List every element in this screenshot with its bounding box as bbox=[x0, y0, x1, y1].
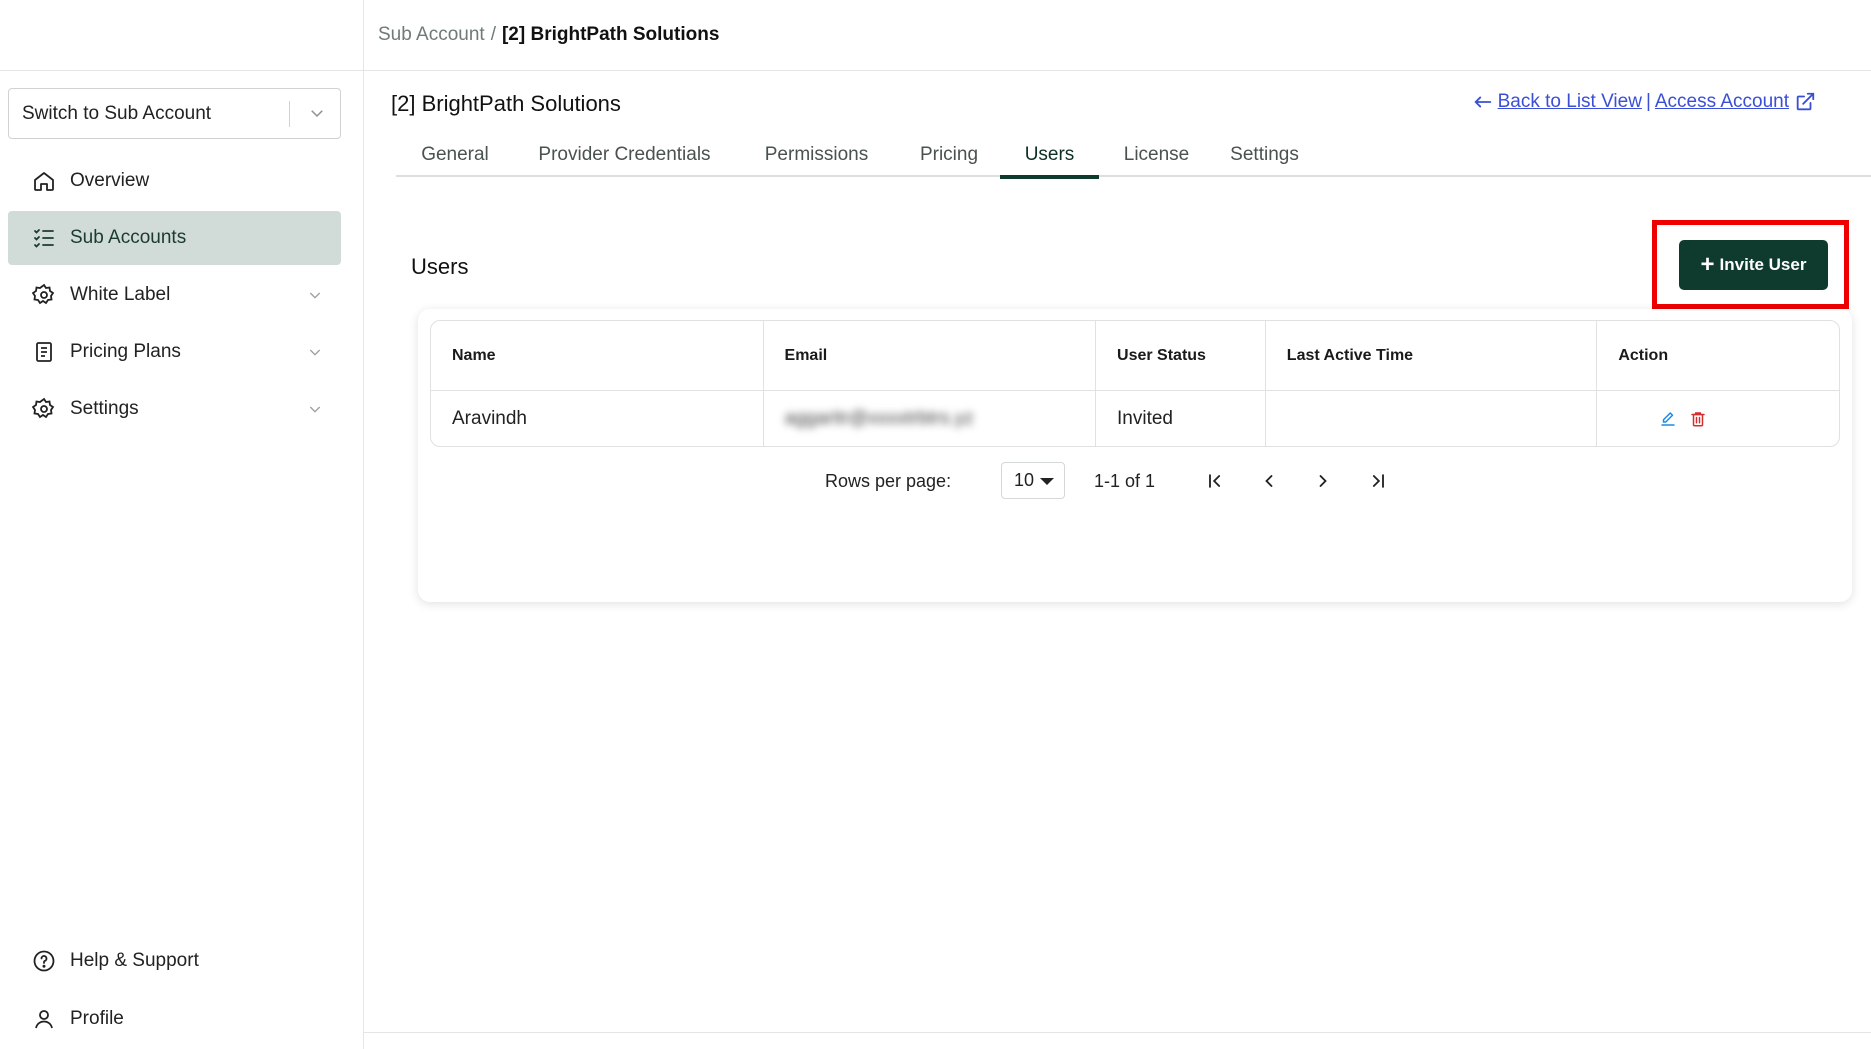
chevron-down-icon[interactable] bbox=[307, 344, 323, 360]
sidebar-item-label: Help & Support bbox=[70, 950, 199, 971]
sidebar-item-label: Profile bbox=[70, 1008, 124, 1029]
sidebar-item-settings[interactable]: Settings bbox=[8, 382, 341, 436]
sidebar-item-label: White Label bbox=[70, 284, 171, 305]
sidebar-item-overview[interactable]: Overview bbox=[8, 154, 341, 208]
link-divider: | bbox=[1645, 91, 1651, 112]
chevron-down-icon[interactable] bbox=[308, 104, 326, 122]
sidebar-item-help-support[interactable]: Help & Support bbox=[8, 933, 341, 989]
column-header-user-status[interactable]: User Status bbox=[1096, 321, 1266, 390]
edit-icon[interactable] bbox=[1659, 410, 1677, 428]
chevron-right-icon bbox=[1319, 475, 1327, 487]
tab-pricing[interactable]: Pricing bbox=[898, 132, 1000, 177]
caret-down-icon bbox=[1040, 478, 1054, 485]
first-page-button[interactable] bbox=[1200, 466, 1230, 496]
column-header-email[interactable]: Email bbox=[764, 321, 1097, 390]
invite-user-label: Invite User bbox=[1719, 255, 1807, 274]
tab-license[interactable]: License bbox=[1099, 132, 1214, 177]
main-content: [2] BrightPath Solutions Back to List Vi… bbox=[364, 72, 1871, 1032]
header-links: Back to List View | Access Account bbox=[1472, 91, 1816, 113]
tab-bar: General Provider Credentials Permissions… bbox=[396, 132, 1871, 179]
sidebar: Switch to Sub Account Overview Sub Accou… bbox=[0, 0, 364, 1049]
tab-general[interactable]: General bbox=[396, 132, 514, 177]
users-table: Name Email User Status Last Active Time … bbox=[430, 320, 1840, 447]
switch-sub-account-label: Switch to Sub Account bbox=[22, 102, 212, 124]
users-card: Name Email User Status Last Active Time … bbox=[418, 309, 1852, 602]
rows-per-page-select[interactable]: 10 bbox=[1001, 462, 1065, 499]
question-circle-icon bbox=[33, 950, 55, 972]
select-separator bbox=[289, 101, 290, 127]
plus-icon: + bbox=[1700, 251, 1715, 278]
sidebar-item-label: Sub Accounts bbox=[70, 227, 187, 248]
sidebar-bottom-nav: Help & Support Profile bbox=[8, 933, 341, 1049]
receipt-icon bbox=[36, 342, 52, 362]
checklist-icon bbox=[34, 229, 54, 248]
sidebar-nav: Overview Sub Accounts White Label Pricin… bbox=[8, 154, 341, 439]
chevron-down-icon[interactable] bbox=[307, 287, 323, 303]
external-link-icon[interactable] bbox=[1794, 91, 1816, 113]
next-page-button[interactable] bbox=[1308, 466, 1338, 496]
sidebar-item-profile[interactable]: Profile bbox=[8, 991, 341, 1047]
sidebar-item-label: Settings bbox=[70, 398, 139, 419]
switch-sub-account-select[interactable]: Switch to Sub Account bbox=[8, 88, 341, 139]
table-header-row: Name Email User Status Last Active Time … bbox=[431, 321, 1839, 391]
footer-divider bbox=[364, 1032, 1871, 1033]
user-last-active bbox=[1266, 391, 1598, 446]
chevron-down-icon[interactable] bbox=[307, 401, 323, 417]
tab-provider-credentials[interactable]: Provider Credentials bbox=[514, 132, 735, 177]
sidebar-item-label: Overview bbox=[70, 170, 150, 191]
pagination-range: 1-1 of 1 bbox=[1094, 471, 1156, 491]
tab-permissions[interactable]: Permissions bbox=[735, 132, 898, 177]
user-email-blurred: aggaritr@xxxxtrbtrs.yz bbox=[784, 407, 974, 429]
previous-page-button[interactable] bbox=[1254, 466, 1284, 496]
rows-per-page-value: 10 bbox=[1014, 470, 1035, 490]
home-icon bbox=[34, 172, 54, 191]
last-page-icon bbox=[1372, 474, 1384, 488]
arrow-left-icon[interactable] bbox=[1472, 91, 1494, 113]
first-page-icon bbox=[1209, 474, 1221, 488]
person-icon bbox=[35, 1010, 53, 1029]
access-account-link[interactable]: Access Account bbox=[1655, 91, 1789, 113]
page-title: [2] BrightPath Solutions bbox=[391, 91, 621, 116]
user-name: Aravindh bbox=[431, 391, 764, 446]
back-to-list-link[interactable]: Back to List View bbox=[1498, 91, 1642, 113]
tab-settings[interactable]: Settings bbox=[1214, 132, 1315, 177]
breadcrumb-separator: / bbox=[490, 24, 496, 45]
breadcrumb: Sub Account / [2] BrightPath Solutions bbox=[364, 0, 1871, 71]
table-row: Aravindh aggaritr@xxxxtrbtrs.yz Invited bbox=[431, 391, 1839, 446]
sidebar-item-label: Pricing Plans bbox=[70, 341, 181, 362]
rows-per-page-label: Rows per page: bbox=[825, 471, 952, 491]
user-email: aggaritr@xxxxtrbtrs.yz bbox=[764, 391, 1096, 446]
delete-icon[interactable] bbox=[1689, 410, 1707, 428]
gear-icon bbox=[32, 283, 55, 305]
pagination: Rows per page: 10 1-1 of 1 bbox=[418, 461, 1852, 501]
user-actions bbox=[1597, 391, 1839, 446]
tab-users[interactable]: Users bbox=[1000, 132, 1099, 179]
sidebar-item-pricing-plans[interactable]: Pricing Plans bbox=[8, 325, 341, 379]
breadcrumb-parent[interactable]: Sub Account bbox=[378, 24, 485, 46]
breadcrumb-current: [2] BrightPath Solutions bbox=[501, 24, 720, 45]
column-header-name[interactable]: Name bbox=[431, 321, 764, 390]
sidebar-item-sub-accounts[interactable]: Sub Accounts bbox=[8, 211, 341, 265]
last-page-button[interactable] bbox=[1363, 466, 1393, 496]
sidebar-item-white-label[interactable]: White Label bbox=[8, 268, 341, 322]
user-status: Invited bbox=[1096, 391, 1266, 446]
sidebar-logo-area bbox=[0, 0, 363, 71]
users-section-title: Users bbox=[411, 254, 469, 279]
column-header-action: Action bbox=[1618, 346, 1669, 364]
invite-user-button[interactable]: + Invite User bbox=[1679, 240, 1828, 290]
column-header-last-active-time[interactable]: Last Active Time bbox=[1266, 321, 1598, 390]
gear-icon bbox=[32, 397, 55, 419]
chevron-left-icon bbox=[1265, 475, 1273, 487]
